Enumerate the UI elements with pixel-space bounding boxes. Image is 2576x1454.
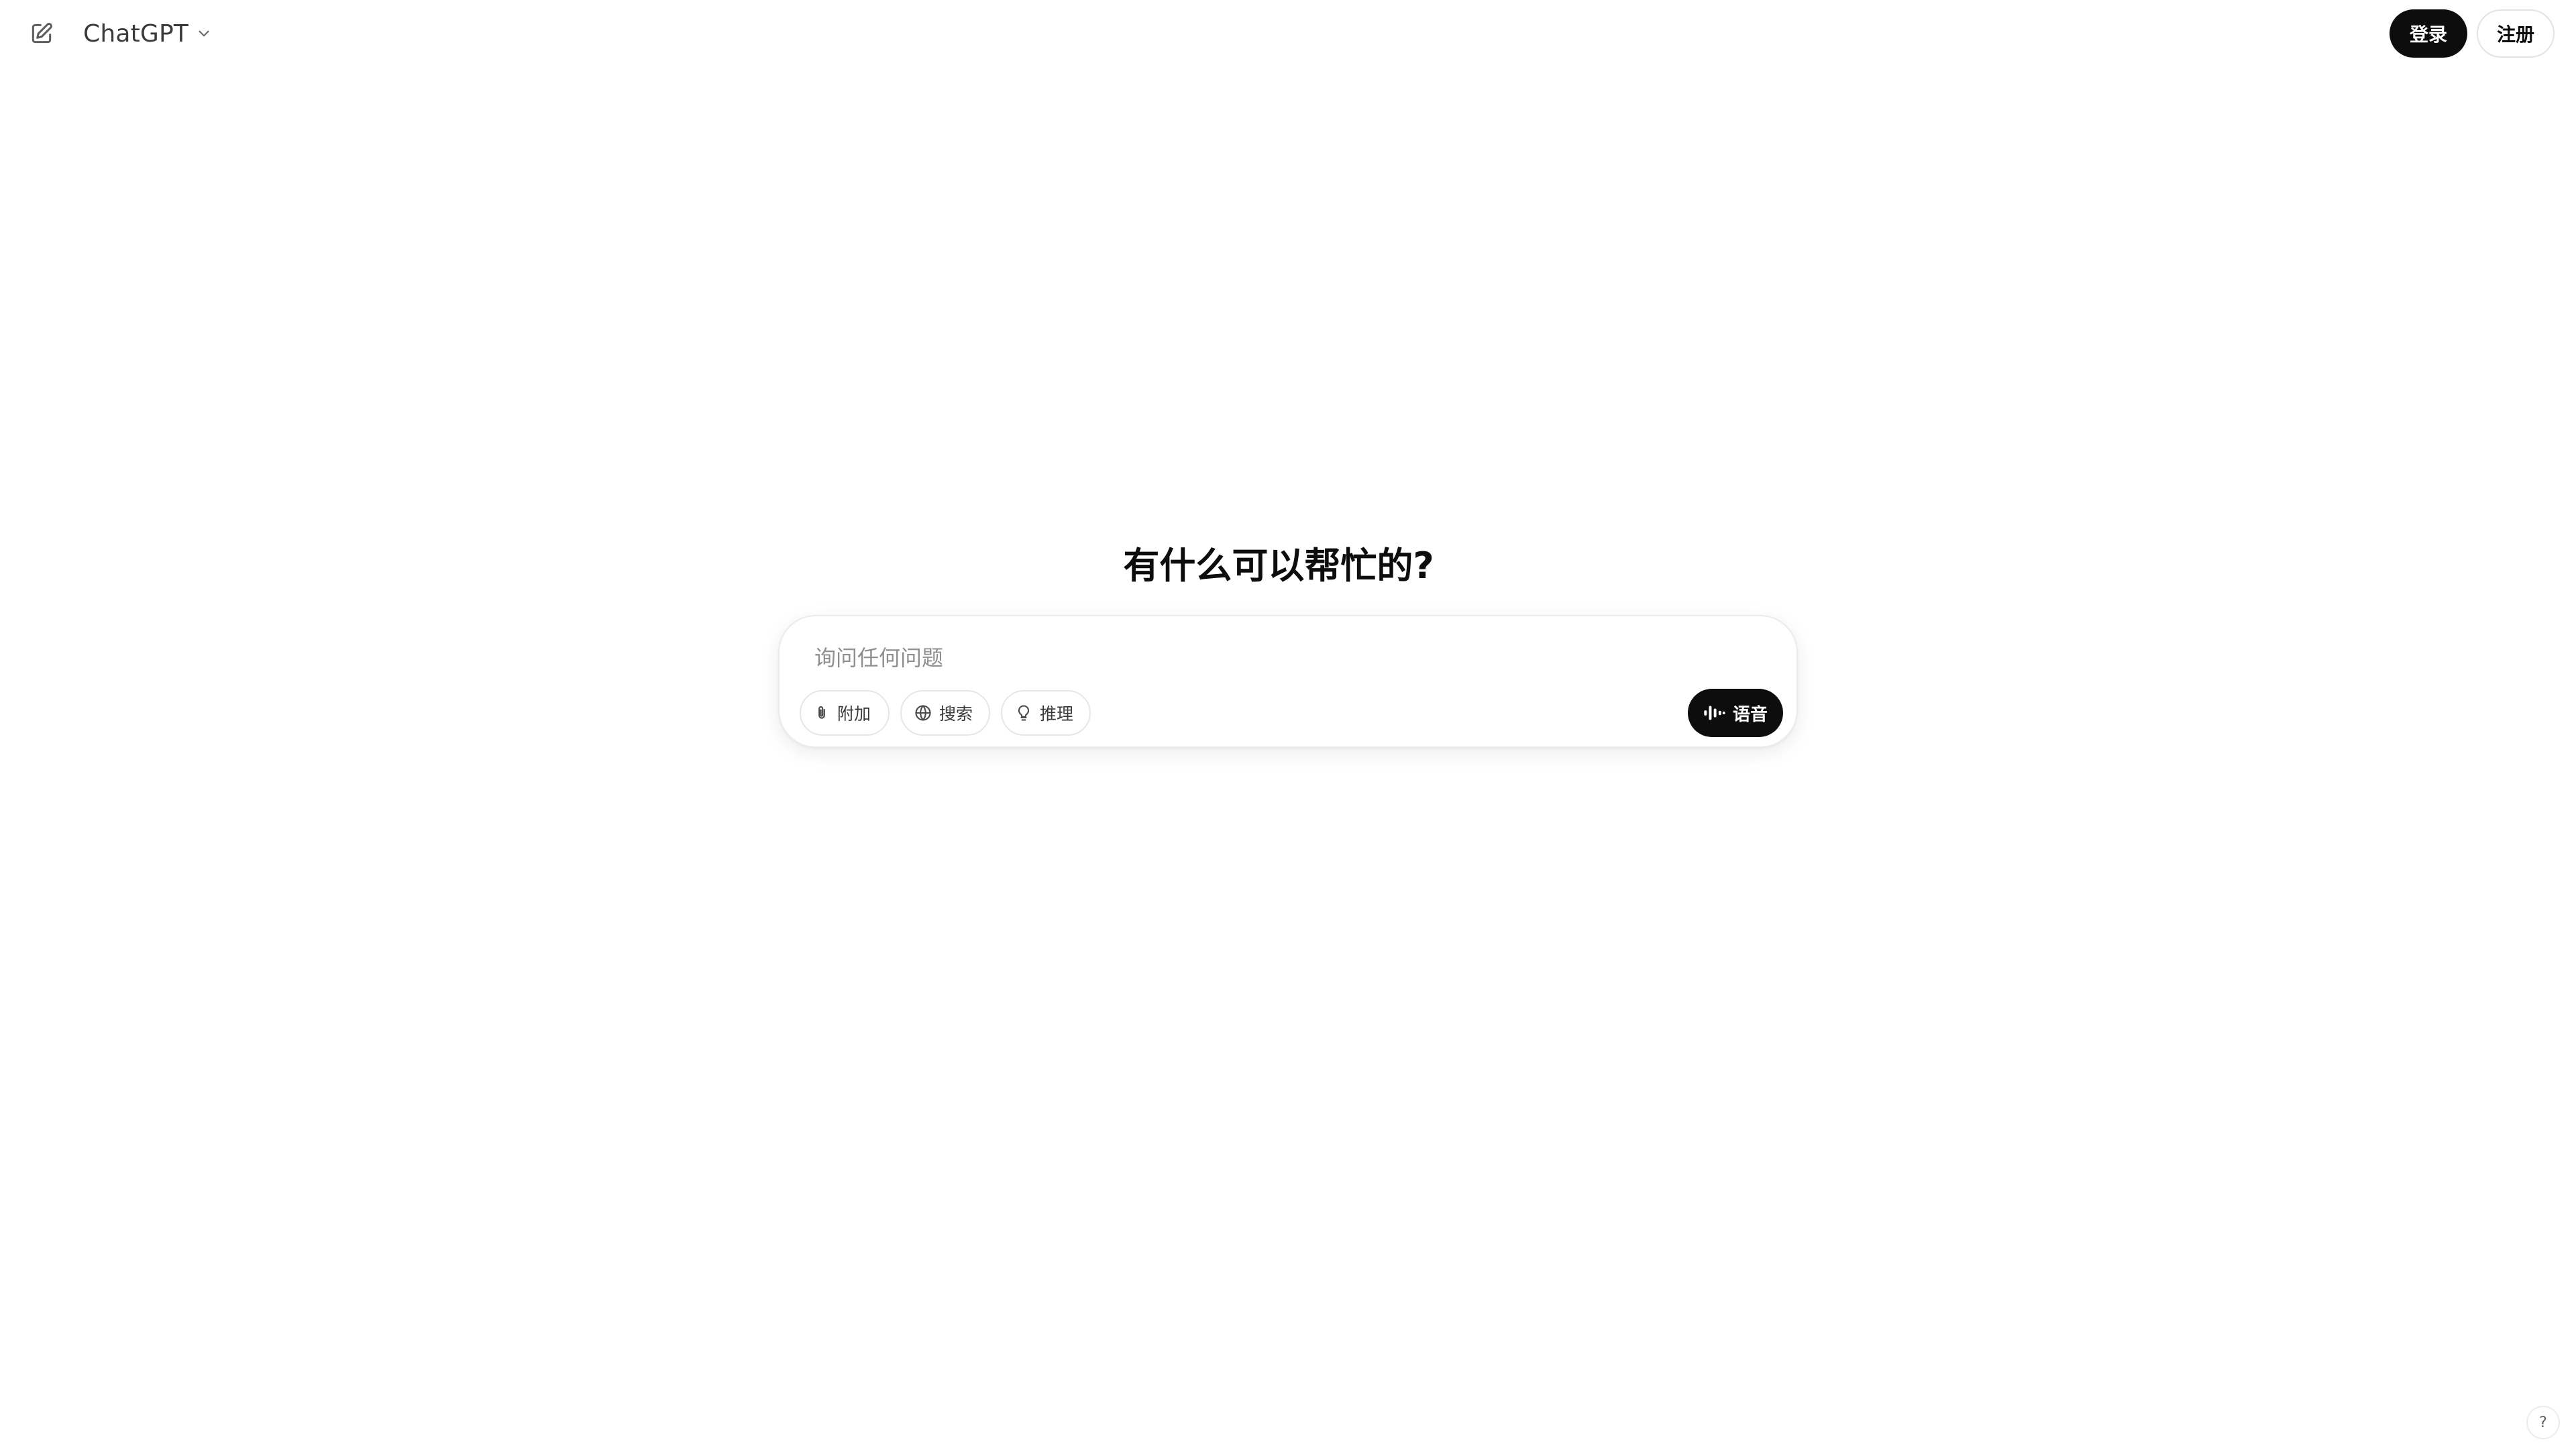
voice-button[interactable]: 语音 [1688, 689, 1783, 737]
attach-button[interactable]: 附加 [800, 690, 890, 736]
waveform-icon [1703, 703, 1726, 723]
prompt-composer: 附加 搜索 推理 [778, 615, 1798, 748]
model-selector[interactable]: ChatGPT [75, 13, 221, 54]
attach-label: 附加 [837, 704, 871, 724]
lightbulb-icon [1014, 704, 1033, 722]
globe-icon [914, 704, 932, 722]
reason-label: 推理 [1040, 704, 1074, 724]
new-chat-button[interactable] [23, 15, 60, 52]
signup-button[interactable]: 注册 [2477, 9, 2555, 58]
prompt-input[interactable] [814, 639, 1754, 677]
login-button[interactable]: 登录 [2390, 9, 2467, 58]
page-title: 有什么可以帮忙的? [1123, 545, 1434, 587]
voice-label: 语音 [1732, 704, 1768, 725]
chevron-down-icon [195, 25, 213, 42]
top-bar: ChatGPT 登录 注册 [0, 0, 2576, 67]
paperclip-icon [813, 704, 830, 722]
search-label: 搜索 [939, 704, 973, 724]
search-button[interactable]: 搜索 [900, 690, 990, 736]
help-button[interactable]: ? [2526, 1406, 2560, 1439]
reason-button[interactable]: 推理 [1001, 690, 1091, 736]
edit-square-icon [29, 21, 54, 46]
model-name: ChatGPT [83, 19, 189, 48]
